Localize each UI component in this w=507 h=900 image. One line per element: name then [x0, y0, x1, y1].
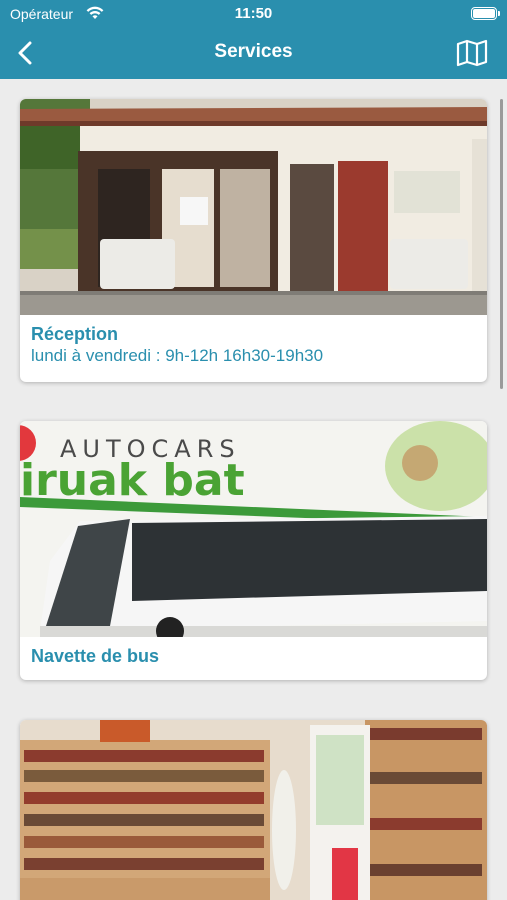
service-card-reception[interactable]: Réception lundi à vendredi : 9h-12h 16h3… [20, 99, 487, 382]
status-time: 11:50 [234, 5, 273, 22]
service-hours: lundi à vendredi : 9h-12h 16h30-19h30 [31, 346, 324, 365]
scroll-indicator[interactable] [500, 99, 503, 389]
navigation-bar: Services [0, 28, 507, 79]
library-photo [20, 720, 487, 900]
service-card-library[interactable] [20, 720, 487, 900]
page-title: Services [214, 41, 293, 62]
map-icon [456, 39, 488, 67]
bus-photo: AUTOCARS iruak bat [20, 421, 487, 637]
app-header: Opérateur 11:50 Services [0, 0, 507, 79]
service-card-bus[interactable]: AUTOCARS iruak bat Navette de bus [20, 421, 487, 680]
battery-icon [471, 7, 500, 20]
services-list[interactable]: Réception lundi à vendredi : 9h-12h 16h3… [0, 79, 507, 900]
service-title: Navette de bus [31, 646, 160, 666]
company-logo-text: iruak bat [20, 455, 245, 506]
map-button[interactable] [455, 37, 489, 69]
service-title: Réception [31, 324, 119, 344]
status-bar: Opérateur 11:50 [0, 0, 507, 28]
reception-photo [20, 99, 487, 315]
